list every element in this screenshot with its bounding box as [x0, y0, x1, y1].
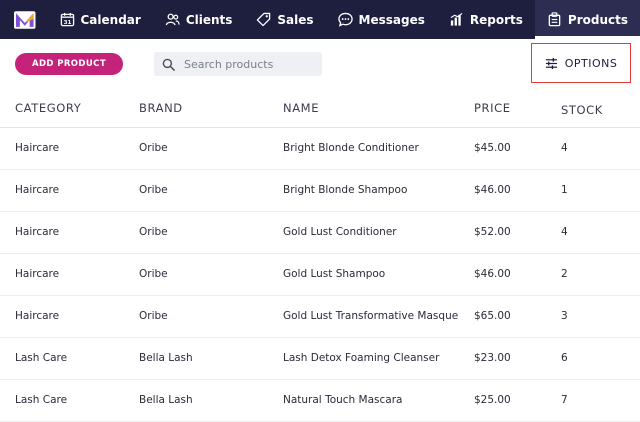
add-product-button[interactable]: ADD PRODUCT	[15, 53, 123, 75]
nav-item-clients[interactable]: Clients	[153, 0, 245, 39]
calendar-day: 31	[63, 20, 71, 26]
search-input[interactable]	[182, 56, 316, 72]
cell-name: Bright Blonde Shampoo	[283, 184, 408, 196]
options-label: OPTIONS	[564, 56, 618, 70]
products-icon	[548, 12, 561, 27]
cell-stock: 4	[561, 226, 568, 238]
nav-label-reports: Reports	[469, 12, 523, 27]
cell-name: Lash Detox Foaming Cleanser	[283, 352, 440, 364]
nav-item-sales[interactable]: Sales	[244, 0, 325, 39]
nav-item-products[interactable]: Products	[534, 0, 640, 39]
top-navigation: 31 Calendar Clients Sales Messages Repor…	[0, 0, 640, 39]
cell-category: Lash Care	[15, 394, 68, 406]
calendar-icon: 31	[60, 12, 74, 27]
column-header-name[interactable]: NAME	[283, 101, 319, 115]
table-row[interactable]: Lash Care Bella Lash Lash Detox Foaming …	[0, 338, 640, 380]
nav-item-reports[interactable]: Reports	[437, 0, 535, 39]
table-row[interactable]: Haircare Oribe Gold Lust Conditioner $52…	[0, 212, 640, 254]
products-table: CATEGORY BRAND NAME PRICE STOCK Haircare…	[0, 93, 640, 422]
cell-price: $46.00	[474, 268, 511, 280]
app-logo-icon[interactable]	[14, 10, 36, 29]
column-header-stock[interactable]: STOCK	[561, 103, 603, 117]
column-header-category[interactable]: CATEGORY	[15, 101, 81, 115]
table-header: CATEGORY BRAND NAME PRICE STOCK	[0, 93, 640, 128]
table-row[interactable]: Haircare Oribe Bright Blonde Shampoo $46…	[0, 170, 640, 212]
cell-category: Haircare	[15, 310, 60, 322]
cell-price: $23.00	[474, 352, 511, 364]
clients-icon	[165, 13, 180, 26]
table-row[interactable]: Haircare Oribe Gold Lust Transformative …	[0, 296, 640, 338]
cell-brand: Oribe	[139, 268, 168, 280]
tag-icon	[257, 12, 271, 27]
cell-stock: 4	[561, 142, 568, 154]
column-header-brand[interactable]: BRAND	[139, 101, 183, 115]
cell-name: Bright Blonde Conditioner	[283, 142, 419, 154]
cell-stock: 3	[561, 310, 568, 322]
nav-item-calendar[interactable]: 31 Calendar	[48, 0, 153, 39]
cell-price: $65.00	[474, 310, 511, 322]
cell-stock: 2	[561, 268, 568, 280]
cell-category: Haircare	[15, 226, 60, 238]
search-box[interactable]	[154, 52, 322, 76]
cell-name: Gold Lust Transformative Masque	[283, 310, 459, 322]
column-header-price[interactable]: PRICE	[474, 101, 511, 115]
cell-brand: Bella Lash	[139, 352, 193, 364]
table-row[interactable]: Haircare Oribe Bright Blonde Conditioner…	[0, 128, 640, 170]
cell-name: Gold Lust Shampoo	[283, 268, 386, 280]
nav-label-clients: Clients	[185, 12, 233, 27]
table-row[interactable]: Haircare Oribe Gold Lust Shampoo $46.00 …	[0, 254, 640, 296]
cell-brand: Oribe	[139, 142, 168, 154]
cell-name: Gold Lust Conditioner	[283, 226, 397, 238]
cell-stock: 7	[561, 394, 568, 406]
nav-label-messages: Messages	[358, 12, 425, 27]
nav-label-calendar: Calendar	[80, 12, 141, 27]
nav-label-sales: Sales	[277, 12, 314, 27]
cell-category: Haircare	[15, 268, 60, 280]
search-icon	[162, 58, 175, 71]
cell-stock: 6	[561, 352, 568, 364]
cell-category: Haircare	[15, 142, 60, 154]
cell-stock: 1	[561, 184, 568, 196]
cell-category: Lash Care	[15, 352, 68, 364]
cell-name: Natural Touch Mascara	[283, 394, 403, 406]
cell-brand: Oribe	[139, 184, 168, 196]
cell-price: $25.00	[474, 394, 511, 406]
table-row[interactable]: Lash Care Bella Lash Natural Touch Masca…	[0, 380, 640, 422]
cell-price: $52.00	[474, 226, 511, 238]
sliders-icon	[545, 57, 557, 69]
options-button[interactable]: OPTIONS	[531, 43, 631, 83]
cell-brand: Oribe	[139, 226, 168, 238]
nav-item-messages[interactable]: Messages	[326, 0, 437, 39]
chat-icon	[337, 12, 353, 27]
cell-category: Haircare	[15, 184, 60, 196]
cell-price: $45.00	[474, 142, 511, 154]
cell-brand: Oribe	[139, 310, 168, 322]
cell-brand: Bella Lash	[139, 394, 193, 406]
products-toolbar: ADD PRODUCT OPTIONS	[0, 39, 640, 93]
cell-price: $46.00	[474, 184, 511, 196]
nav-label-products: Products	[567, 12, 628, 27]
chart-icon	[450, 12, 463, 26]
